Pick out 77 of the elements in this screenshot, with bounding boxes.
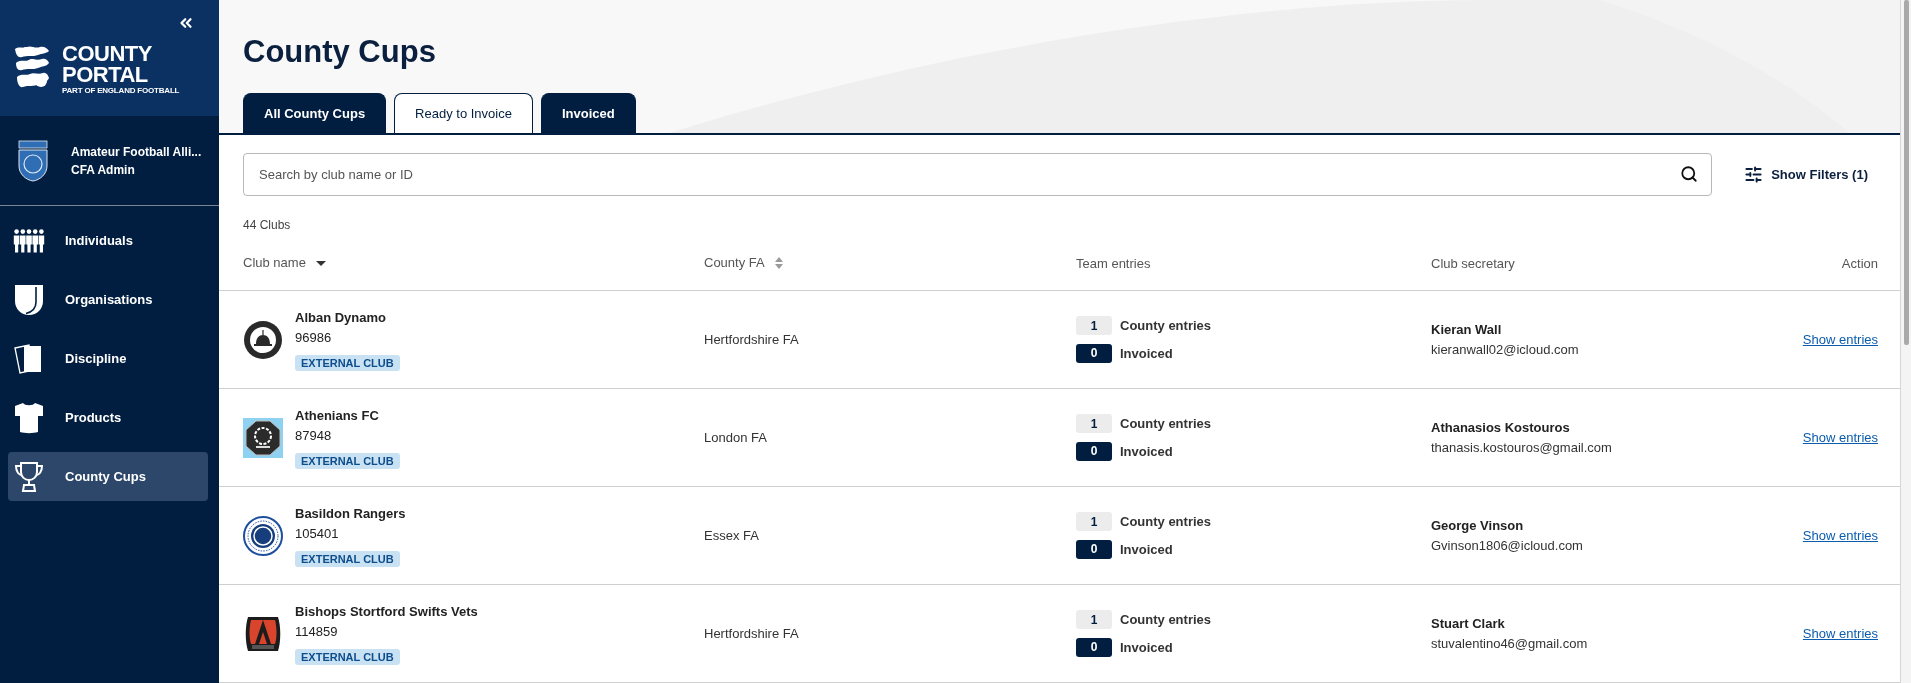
county-fa-cell-text: Hertfordshire FA	[704, 624, 799, 643]
shield-icon	[14, 283, 44, 316]
nav-item[interactable]: Organisations	[8, 275, 208, 324]
show-entries-link[interactable]: Show entries	[1802, 525, 1878, 546]
column-header[interactable]: County FA	[704, 253, 783, 273]
club-id: 114859	[295, 622, 338, 641]
tab[interactable]: Ready to Invoice	[394, 93, 533, 133]
secretary-name: Kieran Wall	[1431, 320, 1502, 339]
county-fa-cell-text: Hertfordshire FA	[704, 330, 799, 349]
secretary-email: thanasis.kostouros@gmail.com	[1431, 438, 1612, 457]
user-role: CFA Admin	[71, 161, 135, 179]
count-label: County entries	[1120, 513, 1211, 531]
search-icon[interactable]	[1680, 165, 1699, 183]
secretary-email: kieranwall02@icloud.com	[1431, 340, 1579, 359]
column-header[interactable]: Club name	[243, 253, 326, 273]
nav-item[interactable]: Products	[8, 393, 208, 442]
secretary-name: George Vinson	[1431, 516, 1524, 535]
count-label: Invoiced	[1120, 442, 1173, 461]
tab[interactable]: All County Cups	[243, 93, 387, 133]
search-field[interactable]: Search by club name or ID	[243, 153, 1713, 196]
show-filters-button[interactable]: Show Filters (1)	[1744, 164, 1868, 185]
county-fa-cell-text: London FA	[704, 428, 767, 447]
club-crest-icon	[243, 417, 283, 458]
count-badge: 0	[1076, 343, 1112, 363]
logo-title: PORTAL	[62, 64, 148, 85]
organisation-crest-icon	[18, 139, 48, 182]
nav-item[interactable]: County Cups	[8, 452, 208, 501]
count-badge: 1	[1076, 316, 1112, 336]
count-badge: 0	[1076, 441, 1112, 461]
count-label: Invoiced	[1120, 540, 1173, 559]
organisation-name: Amateur Football Alli...	[71, 143, 202, 161]
trophy-icon	[13, 460, 45, 493]
nav-item[interactable]: Individuals	[8, 216, 208, 265]
club-type-tag: EXTERNAL CLUB	[295, 550, 400, 567]
secretary-name: Athanasios Kostouros	[1431, 418, 1570, 437]
result-count: 44 Clubs	[243, 218, 291, 232]
logo-title: COUNTY	[62, 43, 152, 64]
club-name: Athenians FC	[295, 406, 379, 425]
club-name: Alban Dynamo	[295, 308, 386, 327]
club-type-tag: EXTERNAL CLUB	[295, 648, 400, 665]
club-name: Basildon Rangers	[295, 504, 406, 523]
column-header: Action	[1841, 256, 1878, 271]
scrollbar-thumb[interactable]	[1903, 0, 1909, 345]
club-id: 87948	[295, 426, 332, 445]
club-crest-icon	[243, 515, 283, 556]
page-title: County Cups	[243, 33, 436, 71]
count-badge: 0	[1076, 637, 1112, 657]
secretary-email: stuvalentino46@gmail.com	[1431, 634, 1588, 653]
nav-item[interactable]: Discipline	[8, 334, 208, 383]
shirt-icon	[13, 401, 45, 434]
club-id: 105401	[295, 524, 339, 543]
column-header: Club secretary	[1431, 256, 1515, 271]
count-label: County entries	[1120, 611, 1211, 629]
show-entries-link[interactable]: Show entries	[1802, 427, 1878, 448]
club-type-tag: EXTERNAL CLUB	[295, 452, 400, 469]
club-crest-icon	[243, 319, 283, 360]
column-header: Team entries	[1076, 256, 1151, 271]
club-type-tag: EXTERNAL CLUB	[295, 354, 400, 371]
count-badge: 1	[1076, 610, 1112, 630]
count-label: County entries	[1120, 317, 1211, 335]
count-label: Invoiced	[1120, 638, 1173, 657]
county-fa-cell-text: Essex FA	[704, 526, 759, 545]
club-name: Bishops Stortford Swifts Vets	[295, 602, 478, 621]
logo-tagline: PART OF ENGLAND FOOTBALL	[62, 86, 180, 96]
count-label: Invoiced	[1120, 344, 1173, 363]
tab[interactable]: Invoiced	[540, 93, 636, 133]
count-badge: 1	[1076, 414, 1112, 434]
count-label: County entries	[1120, 415, 1211, 433]
people-icon	[13, 228, 45, 253]
club-id: 96986	[295, 328, 332, 347]
show-entries-link[interactable]: Show entries	[1802, 623, 1878, 644]
secretary-name: Stuart Clark	[1431, 614, 1505, 633]
sliders-icon	[1744, 165, 1764, 184]
count-badge: 0	[1076, 539, 1112, 559]
count-badge: 1	[1076, 512, 1112, 532]
secretary-email: Gvinson1806@icloud.com	[1431, 536, 1583, 555]
show-entries-link[interactable]: Show entries	[1802, 329, 1878, 350]
